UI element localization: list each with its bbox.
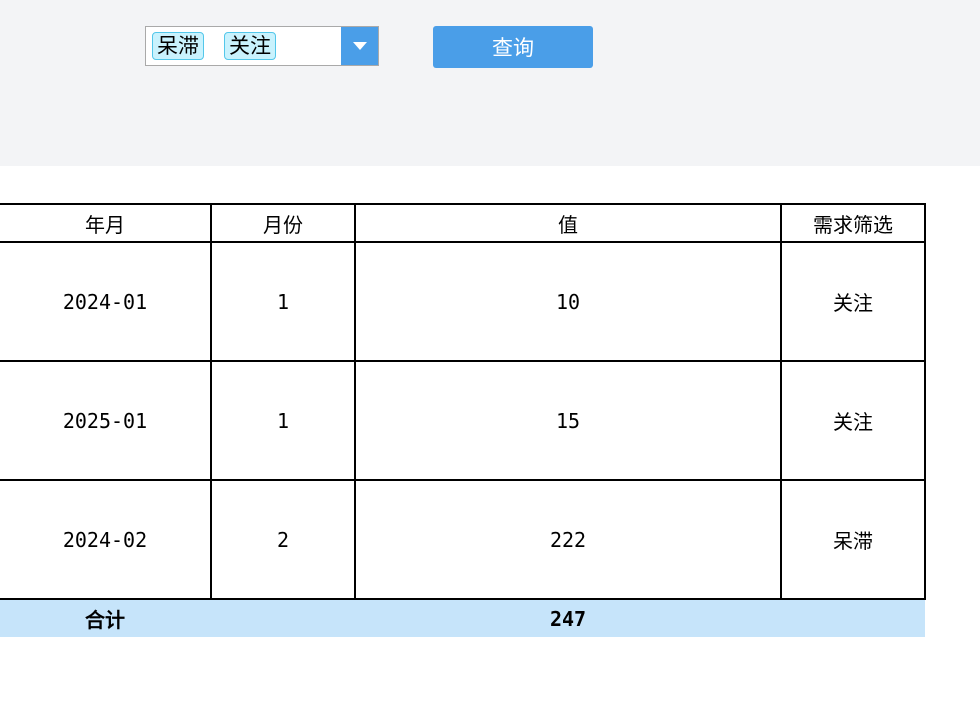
cell-year-month: 2024-01 — [0, 241, 212, 362]
cell-demand-filter: 呆滞 — [780, 479, 926, 600]
table-header-row: 年月 月份 值 需求筛选 — [0, 203, 926, 243]
dropdown-toggle-button[interactable] — [341, 27, 378, 65]
cell-value: 10 — [354, 241, 782, 362]
column-header-year-month: 年月 — [0, 203, 212, 243]
total-empty-cell — [211, 599, 355, 637]
total-row: 合计 247 — [0, 599, 925, 637]
filter-chip[interactable]: 呆滞 — [152, 32, 204, 60]
report-table: 年月 月份 值 需求筛选 2024-01 1 10 关注 2025-01 1 1… — [0, 203, 926, 637]
cell-year-month: 2024-02 — [0, 479, 212, 600]
cell-demand-filter: 关注 — [780, 360, 926, 481]
column-header-month: 月份 — [210, 203, 356, 243]
cell-value: 222 — [354, 479, 782, 600]
query-button[interactable]: 查询 — [433, 26, 593, 68]
cell-demand-filter: 关注 — [780, 241, 926, 362]
chevron-down-icon — [352, 41, 367, 50]
demand-filter-multiselect[interactable]: 呆滞 关注 — [145, 26, 379, 66]
cell-year-month: 2025-01 — [0, 360, 212, 481]
column-header-demand-filter: 需求筛选 — [780, 203, 926, 243]
table-row: 2024-01 1 10 关注 — [0, 241, 926, 362]
cell-month: 1 — [210, 241, 356, 362]
total-label: 合计 — [0, 599, 211, 637]
total-value: 247 — [355, 599, 781, 637]
table-row: 2025-01 1 15 关注 — [0, 360, 926, 481]
cell-month: 2 — [210, 479, 356, 600]
filter-chip[interactable]: 关注 — [224, 32, 276, 60]
cell-month: 1 — [210, 360, 356, 481]
cell-value: 15 — [354, 360, 782, 481]
filter-toolbar: 呆滞 关注 查询 — [0, 0, 980, 166]
column-header-value: 值 — [354, 203, 782, 243]
table-row: 2024-02 2 222 呆滞 — [0, 479, 926, 600]
total-empty-cell — [781, 599, 925, 637]
